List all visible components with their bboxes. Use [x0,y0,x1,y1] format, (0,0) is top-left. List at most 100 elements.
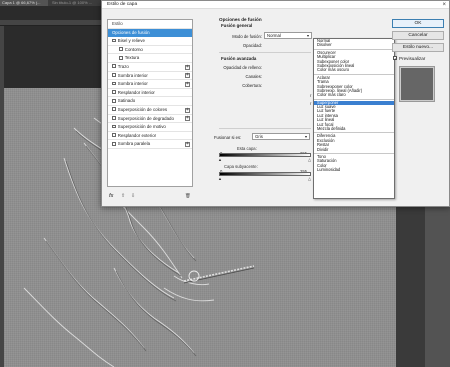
move-down-icon[interactable]: ⇩ [131,193,135,199]
blend-mode-select[interactable]: Normal ▾ [264,32,312,39]
blend-mode-option[interactable]: Color más claro [314,92,394,97]
style-item[interactable]: Bisel y relieve [108,37,192,46]
layer-style-dialog: Estilo de capa × Estilo Opciones de fusi… [101,0,450,207]
chevron-down-icon: ▾ [304,134,307,139]
blend-mode-option[interactable]: Mezcla definida [314,126,394,131]
add-style-icon[interactable]: + [185,81,190,87]
style-item[interactable]: Superposición de degradado + [108,115,192,124]
style-item[interactable]: Sombra interior + [108,72,192,81]
this-layer-label: Esta capa: [237,146,257,151]
styles-header[interactable]: Estilo [108,20,192,29]
style-checkbox[interactable] [112,141,116,146]
style-item[interactable]: Contorno [108,46,192,55]
dropdown-separator [314,152,394,154]
style-checkbox[interactable] [112,73,116,77]
this-layer-gradient [219,153,311,157]
styles-list: Estilo Opciones de fusión Bisel y relieve… [107,19,193,187]
option-fragment: r [310,93,312,98]
add-style-icon[interactable]: + [185,64,190,70]
style-item[interactable]: Opciones de fusión [108,28,192,38]
preview-checkbox[interactable]: ✓ Previsualizar [393,56,425,61]
separator-line [219,52,311,53]
style-item[interactable]: Superposición de colores + [108,106,192,115]
knockout-label: Cobertura: [242,83,262,88]
style-item-label: Sombra interior [117,72,148,78]
style-checkbox[interactable] [112,124,116,129]
opacity-label: Opacidad: [242,43,262,48]
style-checkbox[interactable] [112,115,116,120]
blend-options-title: Opciones de fusión [219,17,262,22]
under-layer-gradient [219,172,311,176]
style-item[interactable]: Satinado [108,97,192,106]
style-item[interactable]: Sombra paralela + [108,140,192,149]
style-item-label: Superposición de motivo [117,124,166,130]
dialog-title: Estilo de capa [107,2,138,7]
blend-mode-option[interactable]: Color más oscuro [314,67,394,72]
style-checkbox[interactable] [112,90,116,94]
trash-icon[interactable]: 🗑 [185,193,191,199]
new-style-button[interactable]: Estilo nuevo... [392,43,444,52]
style-checkbox[interactable] [112,98,116,103]
style-item[interactable]: Superposición de motivo [108,123,192,132]
style-item-label: Resplandor exterior [117,132,157,138]
blend-if-value: Gris [255,134,263,139]
blend-mode-dropdown: Normal Disolver Oscurecer Multiplicar Subexp… [313,38,395,199]
blend-mode-value: Normal [267,33,281,38]
slider-handle-left-icon[interactable]: ▲ [218,157,222,162]
slider-handle-right-icon[interactable]: △ [308,176,311,181]
add-style-icon[interactable]: + [185,141,190,147]
style-item-label: Bisel y relieve [117,38,145,44]
blend-mode-label: Modo de fusión: [232,34,262,39]
blend-mode-option[interactable]: Disolver [314,42,394,47]
separator-line [219,128,311,129]
chevron-down-icon: ▾ [306,33,309,38]
cancel-button[interactable]: Cancelar [392,31,444,40]
style-item-label: Contorno [124,46,143,52]
add-style-icon[interactable]: + [185,107,190,113]
dialog-titlebar[interactable]: Estilo de capa × [102,1,449,9]
style-preview-swatch [399,66,435,102]
checkmark-icon[interactable]: ✓ [393,56,397,61]
fx-icon[interactable]: fx [109,193,113,199]
style-item-label: Textura [124,55,140,61]
blend-mode-option[interactable]: Luminosidad [314,167,394,172]
styles-footer: fx ⇧ ⇩ 🗑 [107,193,193,201]
move-up-icon[interactable]: ⇧ [121,193,125,199]
style-item[interactable]: Textura [108,54,192,63]
style-checkbox[interactable] [112,81,116,86]
style-item[interactable]: Sombra interior + [108,80,192,89]
style-checkbox[interactable] [112,107,116,112]
close-icon[interactable]: × [442,1,446,9]
style-item[interactable]: Resplandor interior [108,89,192,98]
preview-label: Previsualizar [399,56,426,61]
style-item-label: Superposición de colores [117,106,168,112]
blend-if-label: Fusionar si es: [214,135,242,140]
style-item-label: Satinado [117,98,136,104]
add-style-icon[interactable]: + [185,116,190,122]
style-checkbox[interactable] [112,133,116,137]
slider-handle-left-icon[interactable]: ▲ [218,176,222,181]
style-checkbox[interactable] [112,64,116,69]
style-item[interactable]: Resplandor exterior [108,132,192,141]
channels-label: Canales: [245,74,262,79]
ok-button[interactable]: OK [392,19,444,28]
style-item-label: Resplandor interior [117,89,155,95]
under-layer-label: Capa subyacente: [224,164,258,169]
style-item-label: Opciones de fusión [112,29,150,35]
style-item-label: Sombra interior [117,81,148,87]
option-fragment: r [310,101,312,106]
style-checkbox[interactable] [119,47,123,52]
blend-if-select[interactable]: Gris ▾ [252,133,310,140]
general-blending-title: Fusión general [221,23,253,28]
fill-opacity-label: Opacidad de relleno: [223,65,262,70]
style-checkbox[interactable] [112,38,116,43]
add-style-icon[interactable]: + [185,73,190,79]
style-item-label: Sombra paralela [117,141,151,147]
advanced-blending-title: Fusión avanzada [221,56,257,61]
style-item[interactable]: Trazo + [108,63,192,72]
slider-handle-right-icon[interactable]: △ [308,157,311,162]
style-item-label: Trazo [117,63,129,69]
style-checkbox[interactable] [119,55,123,60]
style-item-label: Superposición de degradado [117,115,174,121]
blend-mode-option[interactable]: Dividir [314,147,394,152]
